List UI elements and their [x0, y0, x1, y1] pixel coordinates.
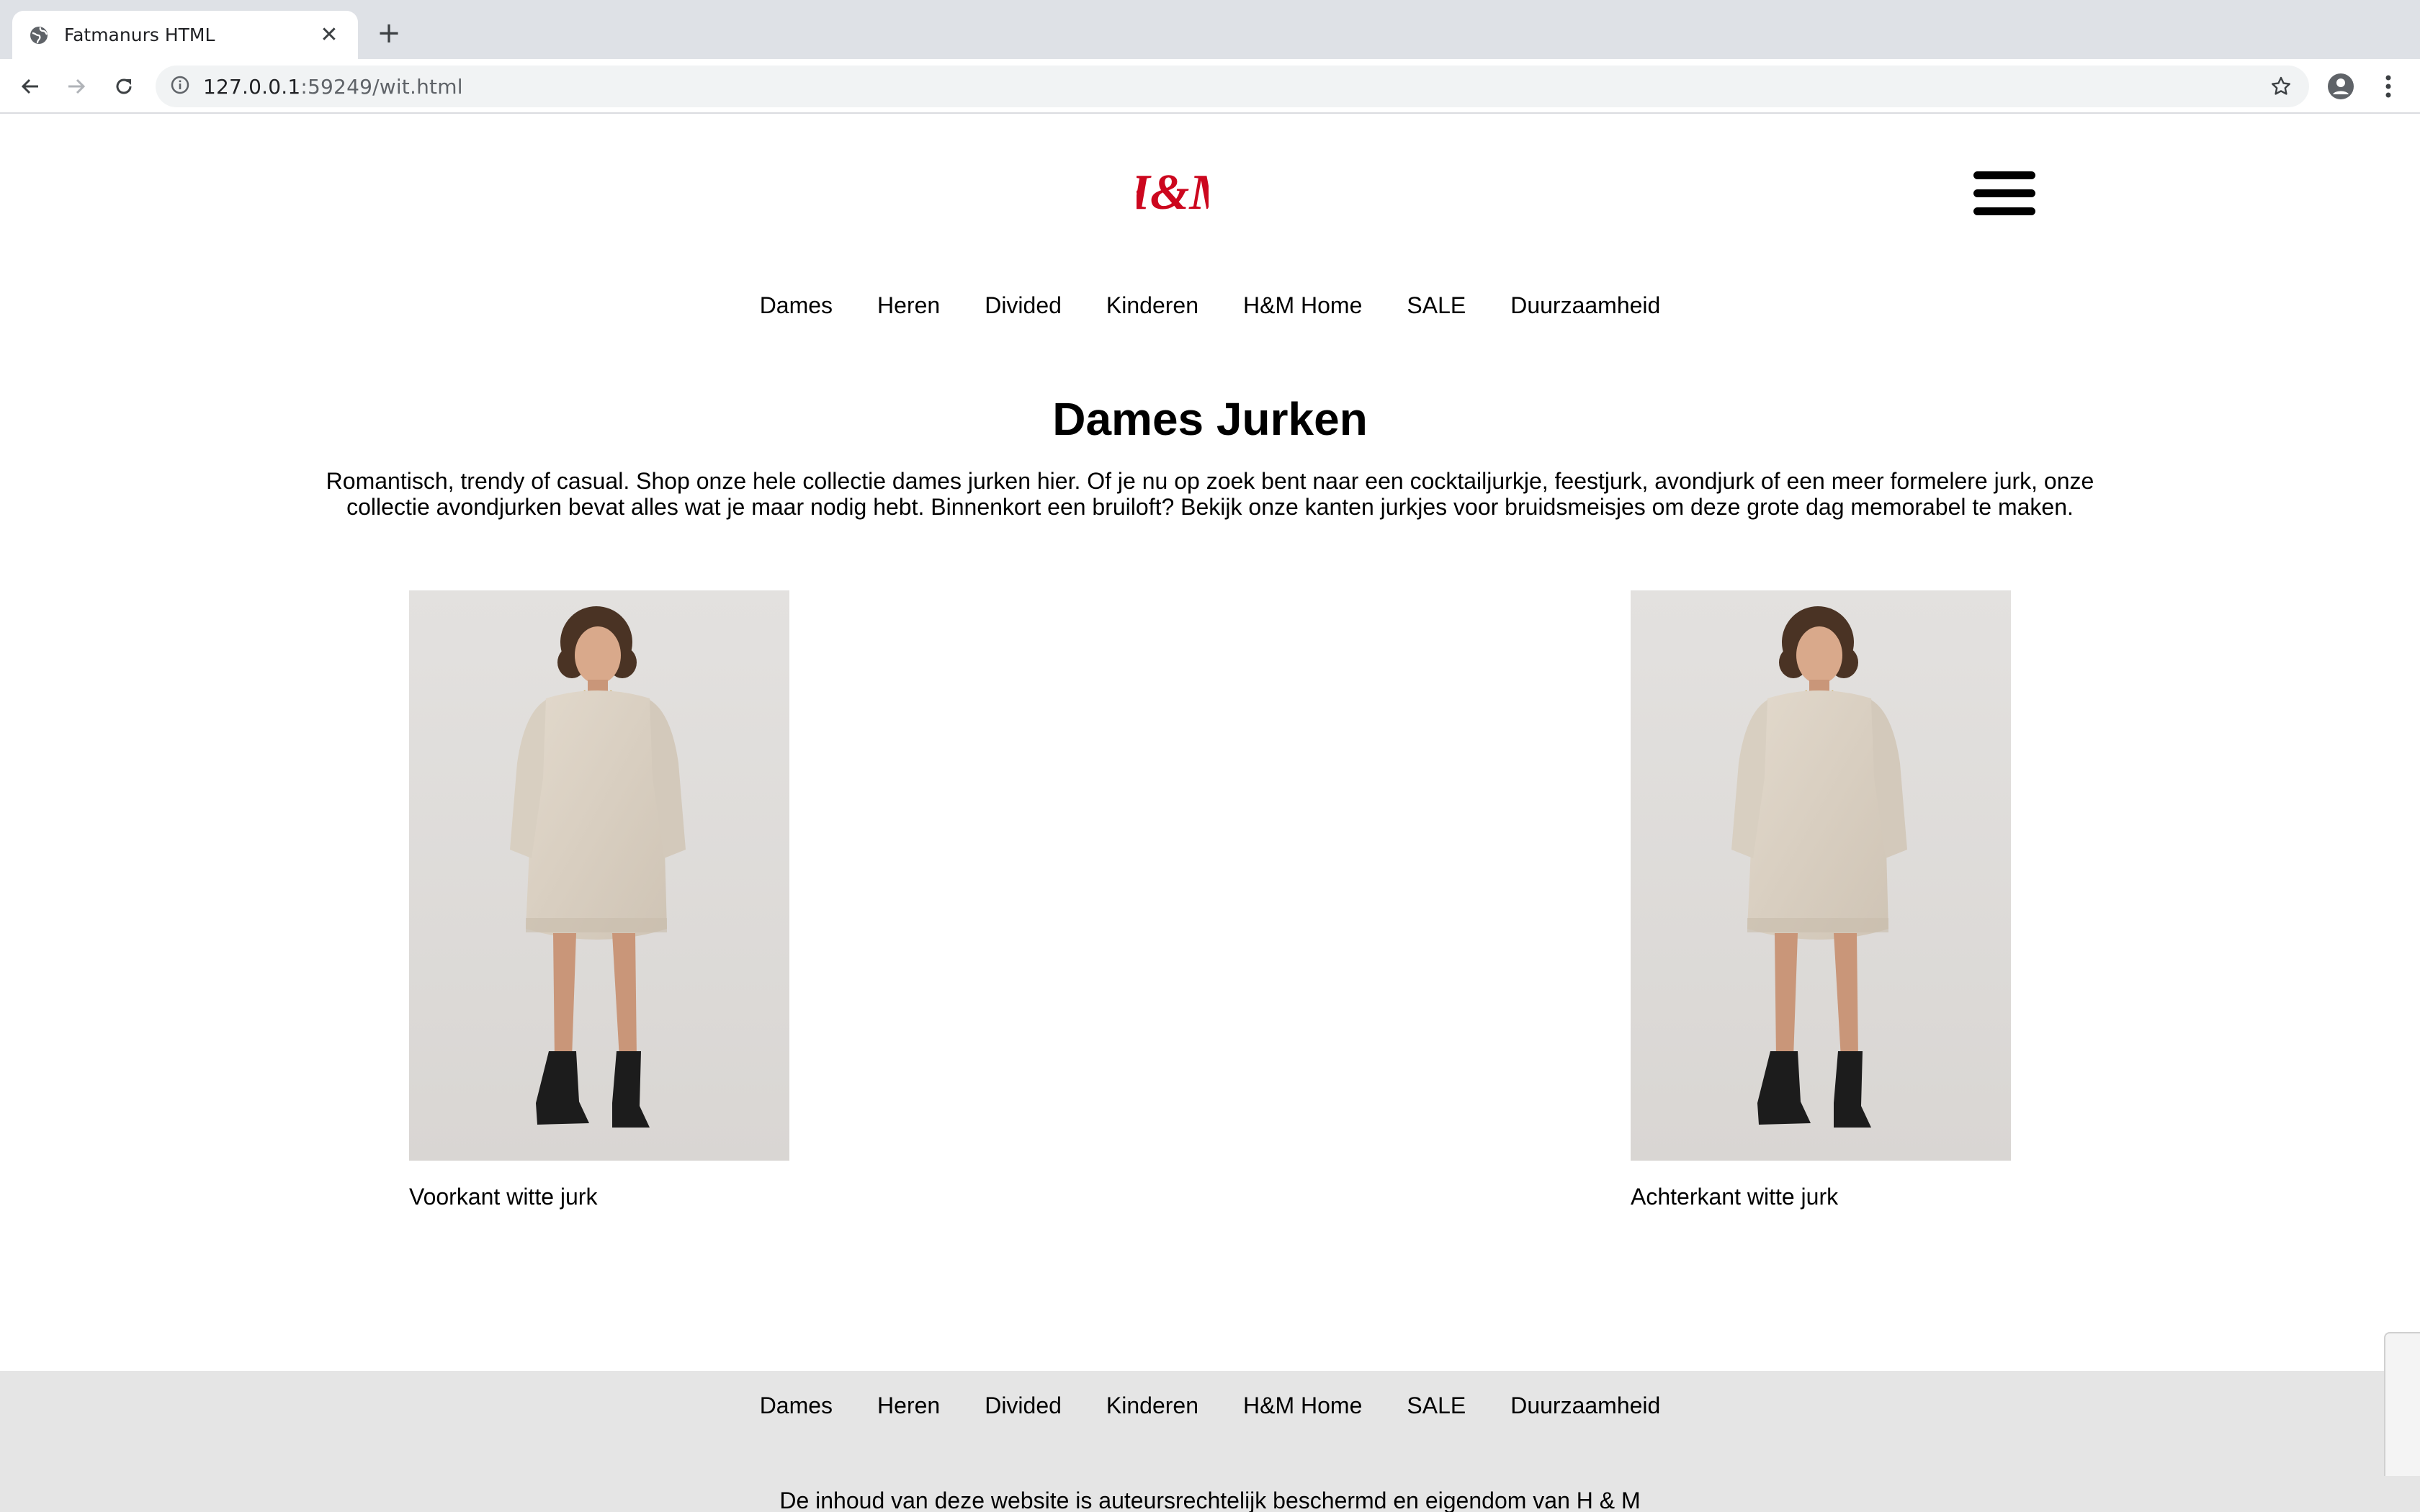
- footer-link-hm-home[interactable]: H&M Home: [1243, 1392, 1362, 1419]
- forward-arrow-icon[interactable]: [60, 71, 92, 102]
- footer-link-dames[interactable]: Dames: [760, 1392, 833, 1419]
- intro-text: Romantisch, trendy of casual. Shop onze …: [326, 468, 2094, 520]
- close-tab-icon[interactable]: ✕: [316, 22, 342, 48]
- url-text: 127.0.0.1:59249/wit.html: [203, 74, 463, 99]
- nav-link-duurzaamheid[interactable]: Duurzaamheid: [1510, 292, 1660, 319]
- browser-tab[interactable]: Fatmanurs HTML ✕: [12, 11, 358, 59]
- footer-link-divided[interactable]: Divided: [985, 1392, 1062, 1419]
- nav-link-heren[interactable]: Heren: [877, 292, 940, 319]
- footer-link-duurzaamheid[interactable]: Duurzaamheid: [1510, 1392, 1660, 1419]
- product-card-back[interactable]: Achterkant witte jurk: [1631, 590, 2011, 1210]
- footer-nav: Dames Heren Divided Kinderen H&M Home SA…: [0, 1392, 2420, 1419]
- logo-text: H&M: [1137, 166, 1209, 220]
- browser-toolbar: 127.0.0.1:59249/wit.html: [0, 59, 2420, 114]
- nav-link-dames[interactable]: Dames: [760, 292, 833, 319]
- footer-link-kinderen[interactable]: Kinderen: [1106, 1392, 1198, 1419]
- product-caption-front[interactable]: Voorkant witte jurk: [409, 1184, 789, 1210]
- bookmark-star-icon[interactable]: [2269, 74, 2293, 99]
- new-tab-button[interactable]: +: [375, 19, 403, 48]
- page-title: Dames Jurken: [1052, 393, 1368, 445]
- product-image-front[interactable]: [409, 590, 789, 1161]
- page-body: H&M Dames Heren Divided Kinderen H&M Hom…: [0, 114, 2420, 1512]
- globe-icon: [28, 24, 50, 46]
- address-bar[interactable]: 127.0.0.1:59249/wit.html: [156, 66, 2309, 107]
- nav-link-sale[interactable]: SALE: [1407, 292, 1466, 319]
- footer: Dames Heren Divided Kinderen H&M Home SA…: [0, 1371, 2420, 1512]
- product-image-back[interactable]: [1631, 590, 2011, 1161]
- side-widget-panel[interactable]: [2384, 1332, 2420, 1476]
- copyright-text: De inhoud van deze website is auteursrec…: [779, 1488, 1641, 1512]
- hm-logo[interactable]: H&M: [1110, 165, 1236, 220]
- product-caption-back[interactable]: Achterkant witte jurk: [1631, 1184, 2011, 1210]
- main-nav: Dames Heren Divided Kinderen H&M Home SA…: [0, 292, 2420, 319]
- footer-link-heren[interactable]: Heren: [877, 1392, 940, 1419]
- info-icon[interactable]: [170, 75, 190, 99]
- nav-link-hm-home[interactable]: H&M Home: [1243, 292, 1362, 319]
- browser-menu-icon[interactable]: [2372, 71, 2404, 102]
- footer-link-sale[interactable]: SALE: [1407, 1392, 1466, 1419]
- profile-avatar-icon[interactable]: [2325, 71, 2357, 102]
- back-arrow-icon[interactable]: [14, 71, 46, 102]
- reload-icon[interactable]: [108, 71, 140, 102]
- nav-link-kinderen[interactable]: Kinderen: [1106, 292, 1198, 319]
- browser-tabstrip: Fatmanurs HTML ✕ +: [0, 0, 2420, 59]
- tab-title: Fatmanurs HTML: [64, 24, 215, 45]
- product-card-front[interactable]: Voorkant witte jurk: [409, 590, 789, 1210]
- hamburger-menu-icon[interactable]: [1973, 171, 2035, 216]
- nav-link-divided[interactable]: Divided: [985, 292, 1062, 319]
